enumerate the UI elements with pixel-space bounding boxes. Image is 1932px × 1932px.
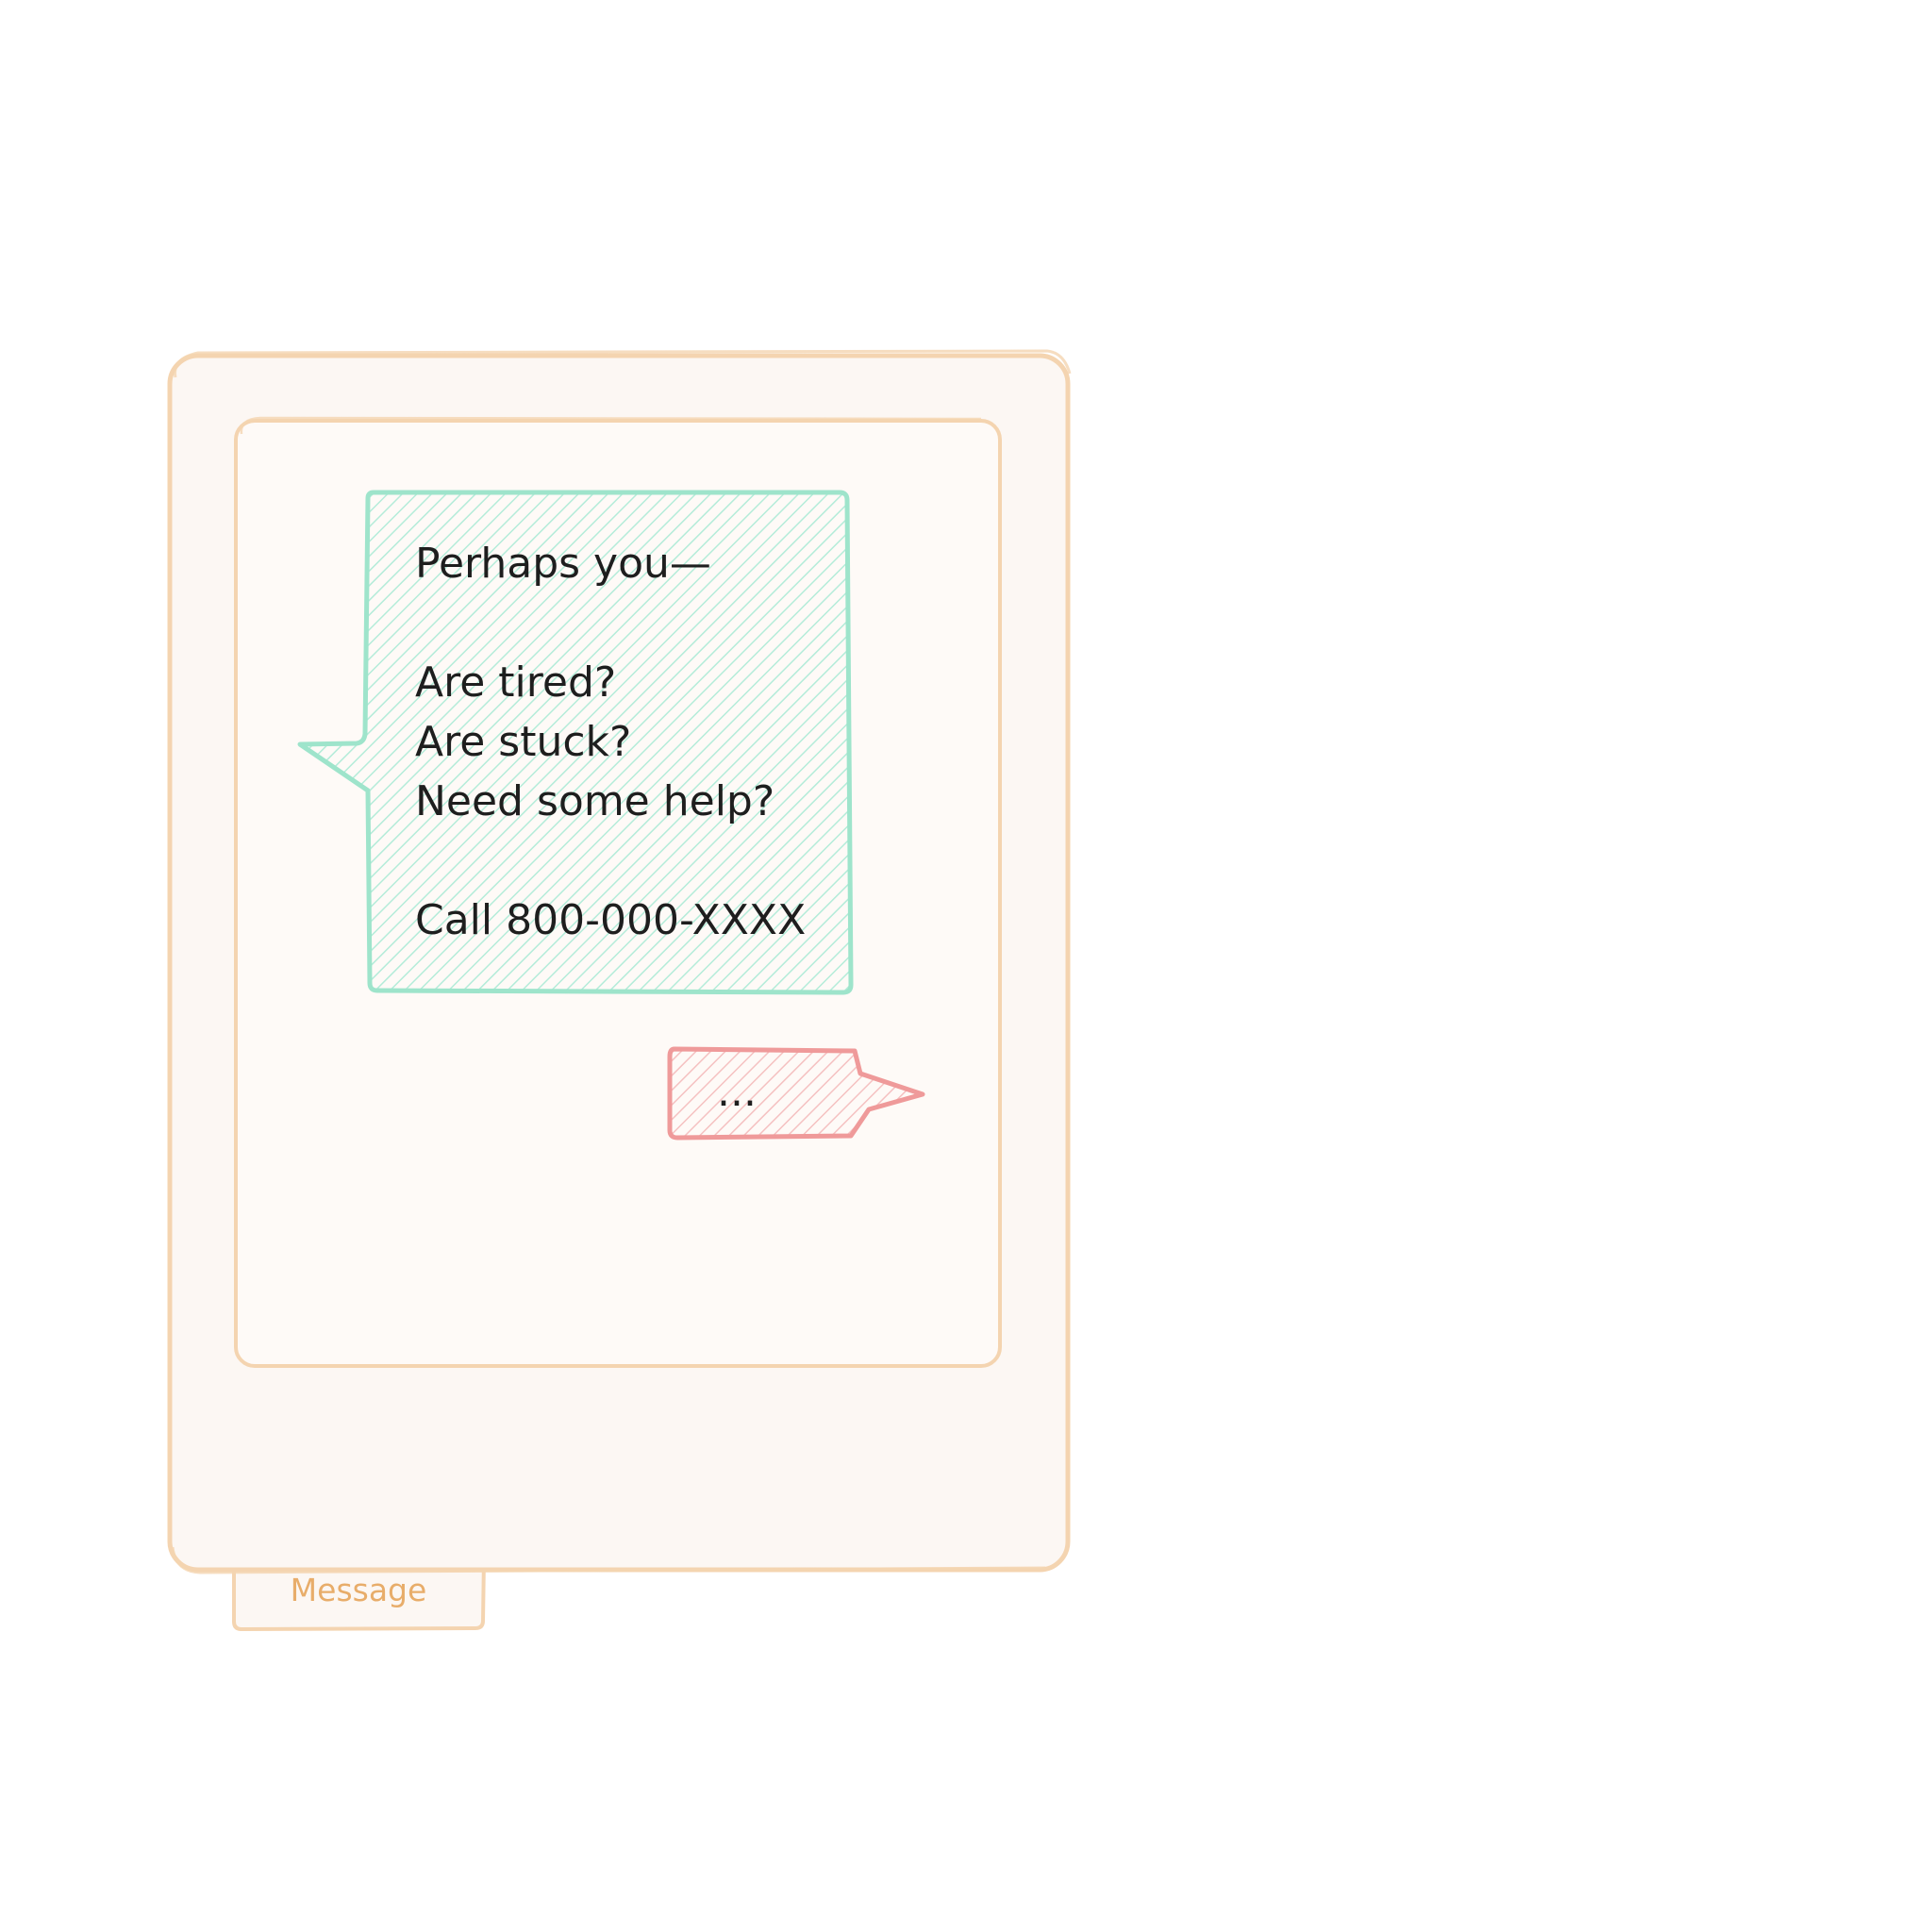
message-line: Need some help? [415, 777, 774, 825]
message-line: Perhaps you— [415, 540, 711, 588]
message-line: Are stuck? [415, 718, 631, 766]
message-tab-label: Message [291, 1572, 427, 1608]
sketch-canvas: Message Perhaps you— Are tired? Are stuck?… [167, 349, 1072, 1632]
outgoing-message-text: ... [717, 1068, 757, 1116]
message-line: Call 800-000-XXXX [415, 896, 806, 944]
message-line: Are tired? [415, 658, 616, 707]
incoming-message-bubble: Perhaps you— Are tired? Are stuck? Need som… [297, 490, 854, 995]
message-line: ... [717, 1068, 757, 1116]
